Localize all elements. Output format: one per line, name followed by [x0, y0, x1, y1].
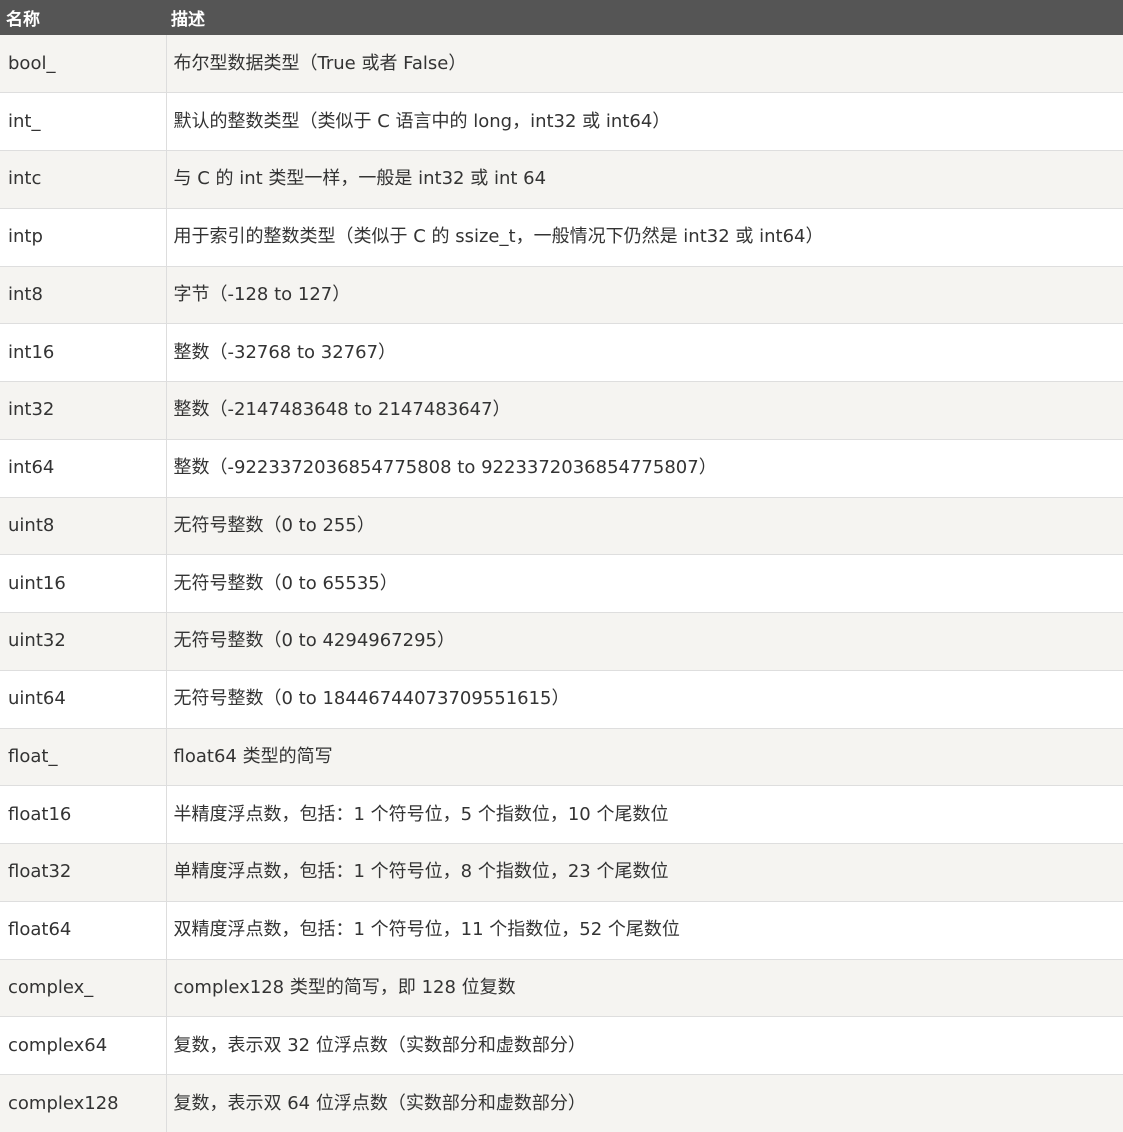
- type-description: 复数，表示双 64 位浮点数（实数部分和虚数部分）: [166, 1075, 1123, 1132]
- type-name: uint64: [0, 670, 166, 728]
- type-description: 复数，表示双 32 位浮点数（实数部分和虚数部分）: [166, 1017, 1123, 1075]
- table-row: intp用于索引的整数类型（类似于 C 的 ssize_t，一般情况下仍然是 i…: [0, 208, 1123, 266]
- table-row: float16半精度浮点数，包括：1 个符号位，5 个指数位，10 个尾数位: [0, 786, 1123, 844]
- table-row: uint16无符号整数（0 to 65535）: [0, 555, 1123, 613]
- type-name: uint8: [0, 497, 166, 555]
- type-name: bool_: [0, 35, 166, 93]
- table-row: complex128复数，表示双 64 位浮点数（实数部分和虚数部分）: [0, 1075, 1123, 1132]
- type-description: 无符号整数（0 to 4294967295）: [166, 613, 1123, 671]
- type-name: float_: [0, 728, 166, 786]
- type-name: complex128: [0, 1075, 166, 1132]
- type-description: 字节（-128 to 127）: [166, 266, 1123, 324]
- table-row: uint8无符号整数（0 to 255）: [0, 497, 1123, 555]
- table-row: int_默认的整数类型（类似于 C 语言中的 long，int32 或 int6…: [0, 93, 1123, 151]
- type-description: 布尔型数据类型（True 或者 False）: [166, 35, 1123, 93]
- table-row: float64双精度浮点数，包括：1 个符号位，11 个指数位，52 个尾数位: [0, 901, 1123, 959]
- type-name: int8: [0, 266, 166, 324]
- type-description: 半精度浮点数，包括：1 个符号位，5 个指数位，10 个尾数位: [166, 786, 1123, 844]
- type-description: float64 类型的简写: [166, 728, 1123, 786]
- type-description: 无符号整数（0 to 65535）: [166, 555, 1123, 613]
- type-name: uint32: [0, 613, 166, 671]
- type-description: 用于索引的整数类型（类似于 C 的 ssize_t，一般情况下仍然是 int32…: [166, 208, 1123, 266]
- table-row: bool_布尔型数据类型（True 或者 False）: [0, 35, 1123, 93]
- table-row: int8字节（-128 to 127）: [0, 266, 1123, 324]
- type-name: float64: [0, 901, 166, 959]
- type-description: 默认的整数类型（类似于 C 语言中的 long，int32 或 int64）: [166, 93, 1123, 151]
- type-name: intc: [0, 151, 166, 209]
- type-description: 与 C 的 int 类型一样，一般是 int32 或 int 64: [166, 151, 1123, 209]
- table-row: float_float64 类型的简写: [0, 728, 1123, 786]
- type-name: uint16: [0, 555, 166, 613]
- type-name: int32: [0, 382, 166, 440]
- table-row: intc与 C 的 int 类型一样，一般是 int32 或 int 64: [0, 151, 1123, 209]
- type-description: 双精度浮点数，包括：1 个符号位，11 个指数位，52 个尾数位: [166, 901, 1123, 959]
- type-name: int16: [0, 324, 166, 382]
- table-row: uint64无符号整数（0 to 18446744073709551615）: [0, 670, 1123, 728]
- type-description: 无符号整数（0 to 18446744073709551615）: [166, 670, 1123, 728]
- table-header: 名称 描述: [0, 0, 1123, 35]
- type-name: complex64: [0, 1017, 166, 1075]
- type-description: 整数（-2147483648 to 2147483647）: [166, 382, 1123, 440]
- header-name: 名称: [0, 0, 166, 35]
- header-description: 描述: [166, 0, 1123, 35]
- type-name: float32: [0, 844, 166, 902]
- type-name: complex_: [0, 959, 166, 1017]
- type-name: int64: [0, 439, 166, 497]
- type-description: 无符号整数（0 to 255）: [166, 497, 1123, 555]
- table-row: int64整数（-9223372036854775808 to 92233720…: [0, 439, 1123, 497]
- table-row: complex_complex128 类型的简写，即 128 位复数: [0, 959, 1123, 1017]
- table-row: int16整数（-32768 to 32767）: [0, 324, 1123, 382]
- type-description: 整数（-32768 to 32767）: [166, 324, 1123, 382]
- table-row: complex64复数，表示双 32 位浮点数（实数部分和虚数部分）: [0, 1017, 1123, 1075]
- table-row: uint32无符号整数（0 to 4294967295）: [0, 613, 1123, 671]
- header-row: 名称 描述: [0, 0, 1123, 35]
- type-name: float16: [0, 786, 166, 844]
- table-body: bool_布尔型数据类型（True 或者 False） int_默认的整数类型（…: [0, 35, 1123, 1132]
- type-description: 整数（-9223372036854775808 to 9223372036854…: [166, 439, 1123, 497]
- type-name: intp: [0, 208, 166, 266]
- type-description: 单精度浮点数，包括：1 个符号位，8 个指数位，23 个尾数位: [166, 844, 1123, 902]
- table-row: int32整数（-2147483648 to 2147483647）: [0, 382, 1123, 440]
- type-description: complex128 类型的简写，即 128 位复数: [166, 959, 1123, 1017]
- data-types-table: 名称 描述 bool_布尔型数据类型（True 或者 False） int_默认…: [0, 0, 1123, 1132]
- type-name: int_: [0, 93, 166, 151]
- table-row: float32单精度浮点数，包括：1 个符号位，8 个指数位，23 个尾数位: [0, 844, 1123, 902]
